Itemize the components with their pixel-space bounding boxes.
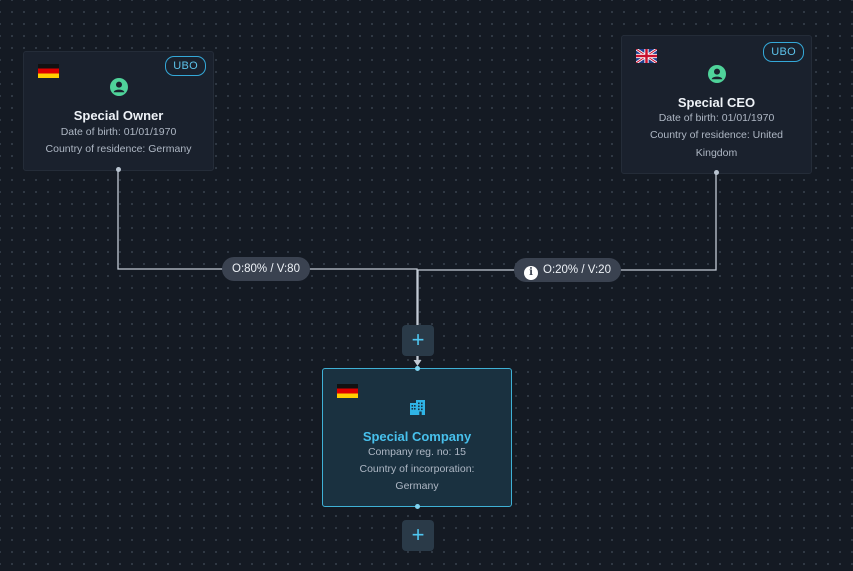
date-of-birth: Date of birth: 01/01/1970 (60, 126, 177, 138)
ownership-diagram-canvas[interactable]: UBO Special Owner Date of birth: 01/01/1… (0, 0, 853, 571)
company-node-special-company[interactable]: Special Company Company reg. no: 15 Coun… (322, 368, 512, 507)
germany-flag-icon (337, 384, 358, 398)
node-title: Special CEO (677, 95, 756, 110)
person-node-special-ceo[interactable]: UBO Special CEO Date of birth: 01/01/197… (621, 35, 812, 174)
add-owner-button[interactable]: + (402, 325, 434, 356)
ubo-badge: UBO (165, 56, 206, 76)
add-subsidiary-button[interactable]: + (402, 520, 434, 551)
ceo-source-handle[interactable] (714, 170, 719, 175)
node-title: Special Company (362, 429, 472, 444)
building-icon (410, 400, 425, 415)
person-icon (110, 78, 128, 96)
info-icon[interactable]: i (524, 266, 538, 280)
person-icon (708, 65, 726, 83)
owner-edge-label[interactable]: O:80% / V:80 (222, 257, 310, 281)
country-of-incorporation-line-1: Country of incorporation: (359, 463, 475, 475)
company-target-handle[interactable] (415, 366, 420, 371)
uk-flag-icon (636, 49, 657, 63)
node-title: Special Owner (73, 108, 164, 123)
germany-flag-icon (38, 64, 59, 78)
country-of-incorporation-line-2: Germany (395, 480, 439, 492)
country-of-residence: Country of residence: Germany (45, 143, 192, 155)
person-node-special-owner[interactable]: UBO Special Owner Date of birth: 01/01/1… (23, 51, 214, 171)
country-of-residence-line-1: Country of residence: United (649, 129, 784, 141)
owner-source-handle[interactable] (116, 167, 121, 172)
company-reg-no: Company reg. no: 15 (367, 446, 467, 458)
owner-ownership-text: O:80% / V:80 (232, 263, 300, 275)
company-source-handle[interactable] (415, 504, 420, 509)
ubo-badge: UBO (763, 42, 804, 62)
ceo-ownership-text: O:20% / V:20 (543, 264, 611, 276)
ceo-edge-label[interactable]: i O:20% / V:20 (514, 258, 621, 282)
date-of-birth: Date of birth: 01/01/1970 (658, 112, 775, 124)
country-of-residence-line-2: Kingdom (695, 147, 738, 159)
